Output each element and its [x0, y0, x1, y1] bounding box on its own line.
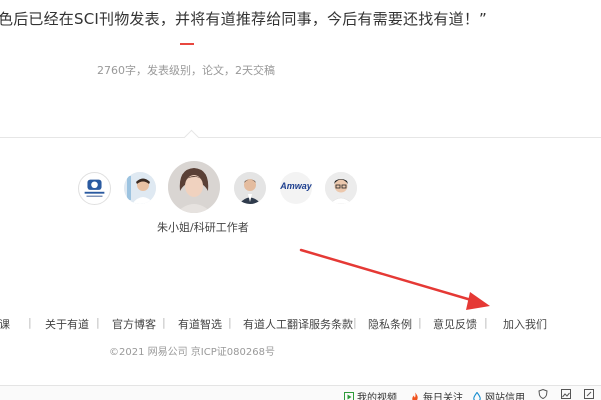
testimonial-quote: 色后已经在SCI刊物发表，并将有道推荐给同事，今后有需要还找有道！”	[0, 10, 487, 28]
footer-link-zhixuan[interactable]: 有道智选	[178, 316, 222, 332]
selected-customer-caption: 朱小姐/科研工作者	[157, 221, 249, 234]
amway-logo-text: Amway	[280, 181, 312, 191]
bottom-bar-label: 网站信用	[485, 393, 525, 400]
copyright-text: ©2021 网易公司 京ICP证080268号	[109, 347, 275, 358]
flame-icon	[412, 392, 418, 400]
avatar-business-man[interactable]	[234, 172, 266, 204]
footer-separator: |	[228, 316, 232, 329]
person-photo-icon	[168, 161, 220, 213]
footer-separator: |	[353, 316, 357, 329]
person-photo-icon	[124, 172, 156, 204]
bottom-bar-site-credit[interactable]: 网站信用	[472, 389, 525, 400]
footer-link-terms[interactable]: 有道人工翻译服务条款	[243, 316, 353, 332]
shield-icon[interactable]	[538, 389, 548, 399]
selected-pointer-caret	[183, 129, 200, 146]
person-photo-icon	[325, 172, 357, 204]
footer-link-course[interactable]: 课	[0, 316, 10, 332]
bottom-bar-my-video[interactable]: 我的视频	[344, 389, 397, 400]
testimonial-meta: 2760字，发表级别，论文，2天交稿	[97, 64, 275, 77]
image-icon[interactable]	[561, 389, 571, 399]
footer-separator: |	[28, 316, 32, 329]
section-divider	[0, 137, 601, 138]
footer-link-feedback[interactable]: 意见反馈	[433, 316, 477, 332]
avatar-company-logo[interactable]	[78, 172, 111, 205]
company-logo-icon	[84, 179, 105, 197]
avatar-lab-researcher[interactable]	[124, 172, 156, 204]
footer-separator: |	[484, 316, 488, 329]
footer-separator: |	[418, 316, 422, 329]
bottom-bar-label: 每日关注	[423, 393, 463, 400]
accent-dash	[180, 43, 194, 45]
avatar-selected-researcher[interactable]	[168, 161, 220, 213]
avatar-amway-logo[interactable]: Amway	[280, 172, 312, 204]
footer-link-privacy[interactable]: 隐私条例	[368, 316, 412, 332]
expand-icon[interactable]	[584, 389, 594, 399]
video-icon	[344, 391, 354, 400]
footer-link-about[interactable]: 关于有道	[45, 316, 89, 332]
footer-separator: |	[96, 316, 100, 329]
footer-link-blog[interactable]: 官方博客	[112, 316, 156, 332]
footer-separator: |	[162, 316, 166, 329]
avatar-glasses-man[interactable]	[325, 172, 357, 204]
footer-link-join-us[interactable]: 加入我们	[503, 316, 547, 332]
bottom-bar-daily-focus[interactable]: 每日关注	[410, 389, 463, 400]
person-photo-icon	[234, 172, 266, 204]
browser-status-bar: 我的视频 每日关注 网站信用	[0, 385, 601, 400]
bottom-bar-label: 我的视频	[357, 393, 397, 400]
drop-icon	[473, 391, 481, 400]
